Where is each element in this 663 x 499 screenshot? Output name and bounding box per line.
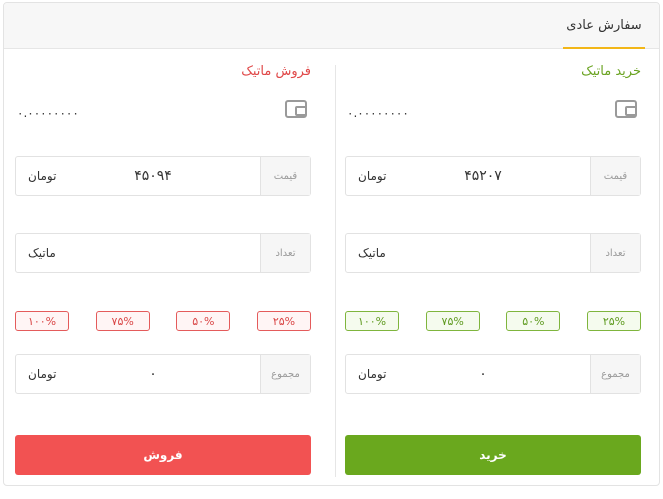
buy-total-label: مجموع: [590, 355, 640, 393]
sell-total-field[interactable]: مجموع تومان ۰: [15, 354, 311, 394]
buy-quantity-input[interactable]: ماتیک: [346, 234, 590, 272]
sell-quantity-field[interactable]: تعداد ماتیک: [15, 233, 311, 273]
buy-quantity-field[interactable]: تعداد ماتیک: [345, 233, 641, 273]
buy-total-input[interactable]: تومان ۰: [346, 355, 590, 393]
buy-total-field[interactable]: مجموع تومان ۰: [345, 354, 641, 394]
sell-percent-100-button[interactable]: ۱۰۰%: [15, 311, 70, 331]
wallet-icon: [615, 100, 637, 118]
buy-percent-buttons: ۲۵% ۵۰% ۷۵% ۱۰۰%: [345, 311, 641, 331]
panel-divider: [335, 65, 336, 477]
card-header: سفارش عادی: [4, 3, 659, 49]
sell-price-field[interactable]: قیمت تومان ۴۵۰۹۴: [15, 156, 311, 196]
sell-button[interactable]: فروش: [15, 435, 311, 475]
tab-normal-order[interactable]: سفارش عادی: [563, 3, 645, 49]
buy-title: خرید ماتیک: [581, 64, 641, 79]
sell-panel: فروش ماتیک ۰.۰۰۰۰۰۰۰۰ قیمت تومان ۴۵۰۹۴ ت…: [15, 46, 311, 486]
buy-balance: ۰.۰۰۰۰۰۰۰۰: [347, 106, 409, 120]
sell-percent-25-button[interactable]: ۲۵%: [257, 311, 311, 331]
buy-total-value: ۰: [479, 366, 487, 382]
wallet-icon: [285, 100, 307, 118]
buy-percent-75-button[interactable]: ۷۵%: [425, 311, 480, 331]
sell-quantity-unit: ماتیک: [28, 246, 56, 260]
sell-title: فروش ماتیک: [241, 64, 311, 79]
buy-price-field[interactable]: قیمت تومان ۴۵۲۰۷: [345, 156, 641, 196]
buy-button[interactable]: خرید: [345, 435, 641, 475]
buy-quantity-unit: ماتیک: [358, 246, 386, 260]
sell-percent-75-button[interactable]: ۷۵%: [95, 311, 150, 331]
buy-panel: خرید ماتیک ۰.۰۰۰۰۰۰۰۰ قیمت تومان ۴۵۲۰۷ ت…: [345, 46, 641, 486]
buy-percent-50-button[interactable]: ۵۰%: [506, 311, 561, 331]
buy-price-value: ۴۵۲۰۷: [464, 168, 502, 184]
sell-quantity-input[interactable]: ماتیک: [16, 234, 260, 272]
sell-percent-buttons: ۲۵% ۵۰% ۷۵% ۱۰۰%: [15, 311, 311, 331]
buy-quantity-label: تعداد: [590, 234, 640, 272]
sell-total-value: ۰: [149, 366, 157, 382]
buy-price-input[interactable]: تومان ۴۵۲۰۷: [346, 157, 590, 195]
sell-price-input[interactable]: تومان ۴۵۰۹۴: [16, 157, 260, 195]
sell-price-label: قیمت: [260, 157, 310, 195]
sell-price-value: ۴۵۰۹۴: [134, 168, 172, 184]
sell-total-input[interactable]: تومان ۰: [16, 355, 260, 393]
buy-percent-25-button[interactable]: ۲۵%: [587, 311, 641, 331]
buy-percent-100-button[interactable]: ۱۰۰%: [345, 311, 400, 331]
sell-balance: ۰.۰۰۰۰۰۰۰۰: [17, 106, 79, 120]
buy-price-label: قیمت: [590, 157, 640, 195]
sell-quantity-label: تعداد: [260, 234, 310, 272]
sell-total-label: مجموع: [260, 355, 310, 393]
sell-percent-50-button[interactable]: ۵۰%: [176, 311, 231, 331]
